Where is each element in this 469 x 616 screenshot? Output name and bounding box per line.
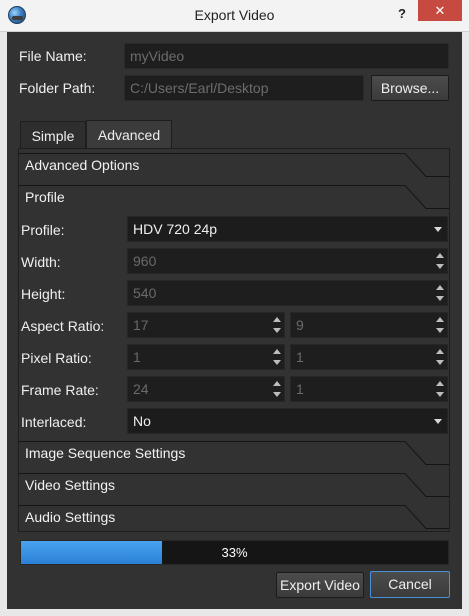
width-value: 960 <box>133 253 157 269</box>
section-audio-settings-label: Audio Settings <box>25 509 116 525</box>
spin-down-icon[interactable] <box>272 389 282 399</box>
spin-up-icon[interactable] <box>435 283 445 293</box>
chevron-down-icon <box>434 227 442 232</box>
spin-down-icon[interactable] <box>272 325 282 335</box>
height-spinbox[interactable]: 540 <box>127 280 448 306</box>
spin-up-icon[interactable] <box>435 251 445 261</box>
width-spinbox[interactable]: 960 <box>127 248 448 274</box>
spin-up-icon[interactable] <box>435 347 445 357</box>
section-profile-label: Profile <box>25 189 65 205</box>
section-image-sequence-label: Image Sequence Settings <box>25 445 186 461</box>
export-video-button[interactable]: Export Video <box>276 572 364 598</box>
height-label: Height: <box>21 286 66 302</box>
close-button[interactable]: ✕ <box>418 0 462 21</box>
browse-button[interactable]: Browse... <box>371 75 449 101</box>
advanced-panel: Advanced Options Profile Profile: HDV 72… <box>18 148 450 532</box>
pixel-ratio-den-value: 1 <box>296 349 304 365</box>
help-button[interactable]: ? <box>386 2 418 26</box>
section-video-settings-label: Video Settings <box>25 477 116 493</box>
progress-text: 33% <box>221 545 248 560</box>
spin-down-icon[interactable] <box>435 325 445 335</box>
spin-down-icon[interactable] <box>435 389 445 399</box>
spin-up-icon[interactable] <box>272 379 282 389</box>
profile-select-value: HDV 720 24p <box>133 221 218 237</box>
interlaced-label: Interlaced: <box>21 414 87 430</box>
spin-up-icon[interactable] <box>435 315 445 325</box>
aspect-ratio-den-value: 9 <box>296 317 304 333</box>
section-video-settings[interactable]: Video Settings <box>19 469 449 501</box>
section-profile[interactable]: Profile <box>19 181 449 213</box>
profile-select[interactable]: HDV 720 24p <box>127 216 448 242</box>
width-label: Width: <box>21 254 61 270</box>
folder-path-label: Folder Path: <box>19 80 96 96</box>
cancel-button[interactable]: Cancel <box>370 571 450 598</box>
aspect-ratio-den-spinbox[interactable]: 9 <box>290 312 448 338</box>
pixel-ratio-num-value: 1 <box>133 349 141 365</box>
export-progress-bar: 33% <box>20 540 449 565</box>
frame-rate-den-value: 1 <box>296 381 304 397</box>
aspect-ratio-label: Aspect Ratio: <box>21 318 105 334</box>
spin-up-icon[interactable] <box>272 347 282 357</box>
chevron-down-icon <box>434 419 442 424</box>
title-bar: Export Video ? ✕ <box>0 0 469 32</box>
file-name-label: File Name: <box>19 48 87 64</box>
file-name-input[interactable]: myVideo <box>124 43 449 69</box>
folder-path-input[interactable]: C:/Users/Earl/Desktop <box>124 75 364 101</box>
frame-rate-num-value: 24 <box>133 381 149 397</box>
frame-rate-num-spinbox[interactable]: 24 <box>127 376 285 402</box>
pixel-ratio-num-spinbox[interactable]: 1 <box>127 344 285 370</box>
profile-label: Profile: <box>21 222 65 238</box>
spin-down-icon[interactable] <box>435 293 445 303</box>
interlaced-select[interactable]: No <box>127 408 448 434</box>
section-image-sequence[interactable]: Image Sequence Settings <box>19 437 449 469</box>
spin-up-icon[interactable] <box>435 379 445 389</box>
pixel-ratio-den-spinbox[interactable]: 1 <box>290 344 448 370</box>
frame-rate-label: Frame Rate: <box>21 382 99 398</box>
spin-up-icon[interactable] <box>272 315 282 325</box>
tab-simple[interactable]: Simple <box>20 121 86 149</box>
spin-down-icon[interactable] <box>435 261 445 271</box>
spin-down-icon[interactable] <box>272 357 282 367</box>
tab-advanced[interactable]: Advanced <box>86 120 172 150</box>
height-value: 540 <box>133 285 157 301</box>
frame-rate-den-spinbox[interactable]: 1 <box>290 376 448 402</box>
section-advanced-options[interactable]: Advanced Options <box>19 149 449 181</box>
pixel-ratio-label: Pixel Ratio: <box>21 350 92 366</box>
aspect-ratio-num-value: 17 <box>133 317 149 333</box>
section-advanced-options-label: Advanced Options <box>25 157 140 173</box>
section-audio-settings[interactable]: Audio Settings <box>19 501 449 533</box>
interlaced-select-value: No <box>133 413 151 429</box>
aspect-ratio-num-spinbox[interactable]: 17 <box>127 312 285 338</box>
spin-down-icon[interactable] <box>435 357 445 367</box>
